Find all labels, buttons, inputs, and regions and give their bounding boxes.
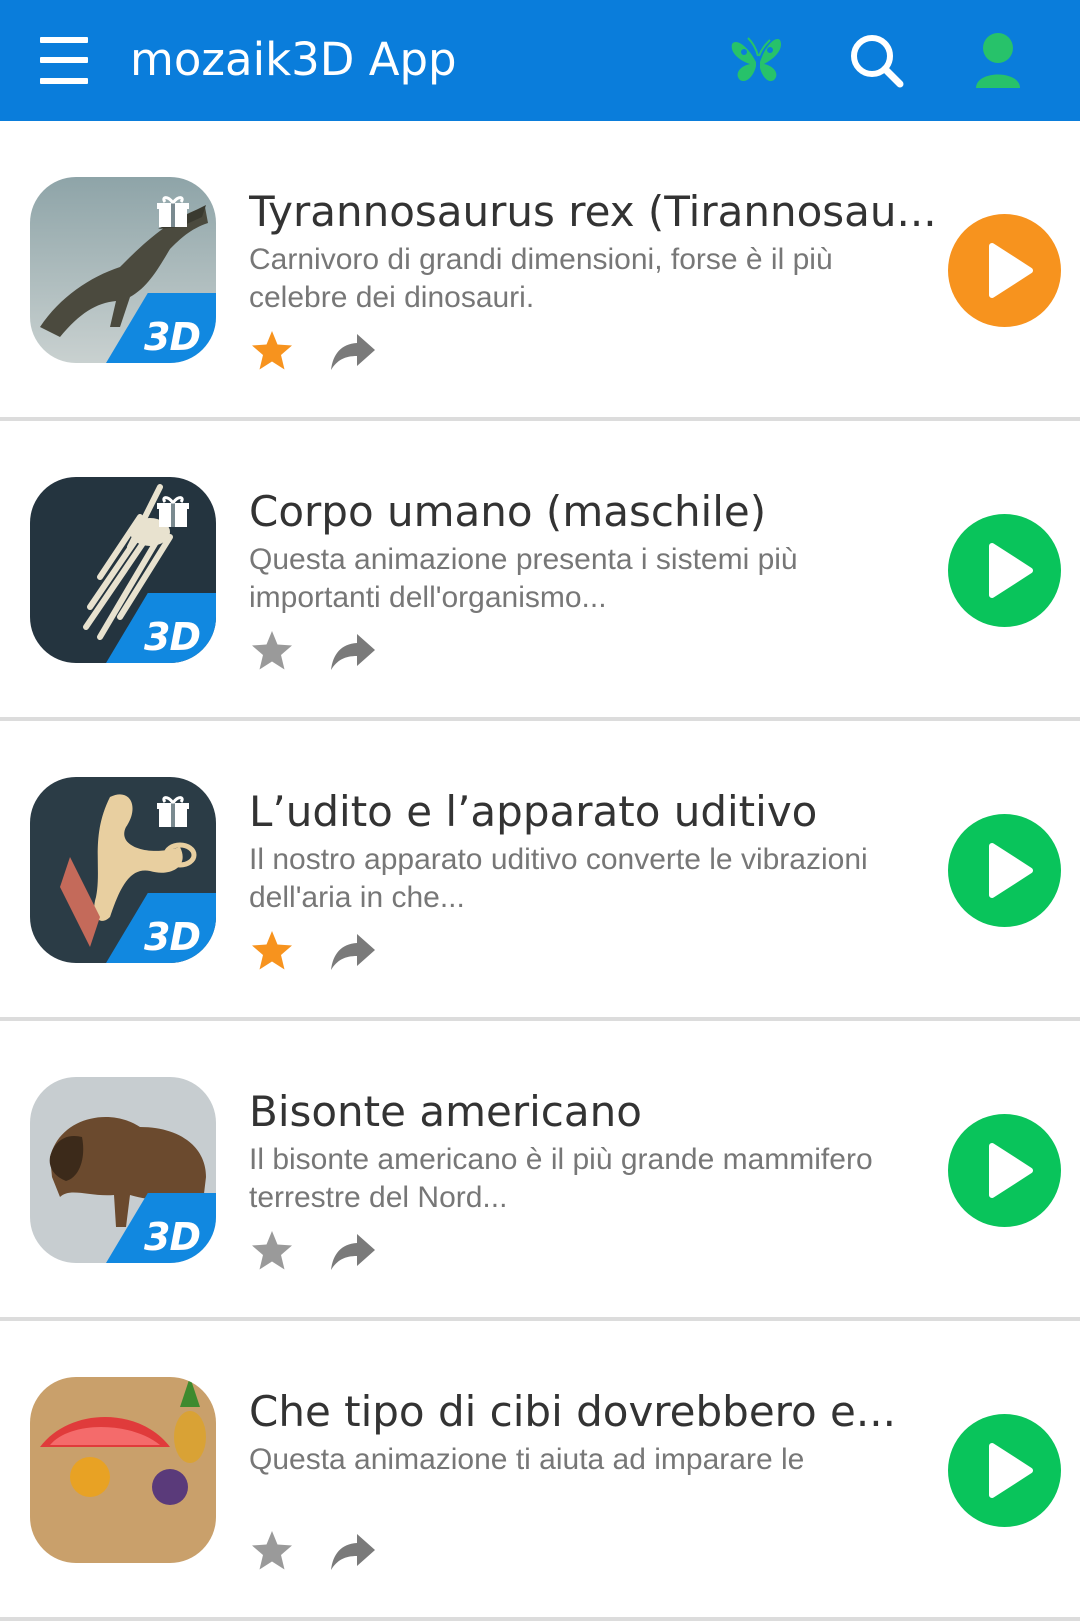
badge-3d-label: 3D <box>144 615 201 659</box>
item-title: Tyrannosaurus rex (Tirannosau... <box>249 187 937 236</box>
item-description: Questa animazione presenta i sistemi più… <box>249 543 798 614</box>
list-item[interactable]: 3D Bisonte americano Il bisonte americano … <box>0 1021 1080 1321</box>
share-icon[interactable] <box>329 928 379 974</box>
item-thumbnail[interactable] <box>30 1377 216 1563</box>
badge-3d-label: 3D <box>144 1215 201 1259</box>
item-description: Carnivoro di grandi dimensioni, forse è … <box>249 243 833 314</box>
favorite-star-icon[interactable] <box>249 328 295 374</box>
play-icon <box>989 843 1033 898</box>
badge-3d-label: 3D <box>144 915 201 959</box>
list-item[interactable]: 3D Tyrannosaurus rex (Tirannosau... Carniv… <box>0 121 1080 421</box>
item-title: L’udito e l’apparato uditivo <box>249 787 818 836</box>
item-description: Il bisonte americano è il più grande mam… <box>249 1143 873 1214</box>
item-thumbnail[interactable]: 3D <box>30 777 216 963</box>
item-thumbnail[interactable]: 3D <box>30 477 216 663</box>
play-button[interactable] <box>948 514 1061 627</box>
item-title: Che tipo di cibi dovrebbero e... <box>249 1387 896 1436</box>
play-icon <box>989 1143 1033 1198</box>
play-button[interactable] <box>948 814 1061 927</box>
item-description: Il nostro apparato uditivo converte le v… <box>249 843 868 914</box>
favorite-star-icon[interactable] <box>249 1528 295 1574</box>
gift-icon <box>156 195 190 229</box>
play-icon <box>989 243 1033 298</box>
item-title: Corpo umano (maschile) <box>249 487 767 536</box>
badge-3d-label: 3D <box>144 315 201 359</box>
share-icon[interactable] <box>329 1228 379 1274</box>
hamburger-menu-icon[interactable] <box>40 37 90 87</box>
item-title: Bisonte americano <box>249 1087 642 1136</box>
top-app-bar: mozaik3D App <box>0 0 1080 121</box>
row-divider <box>0 1617 1080 1621</box>
play-button[interactable] <box>948 1114 1061 1227</box>
search-icon[interactable] <box>842 26 912 96</box>
item-thumbnail[interactable]: 3D <box>30 177 216 363</box>
list-item[interactable]: 3D L’udito e l’apparato uditivo Il nostro … <box>0 721 1080 1021</box>
user-icon[interactable] <box>962 26 1032 96</box>
favorite-star-icon[interactable] <box>249 628 295 674</box>
play-icon <box>989 543 1033 598</box>
gift-icon <box>156 495 190 529</box>
butterfly-icon[interactable] <box>722 26 792 96</box>
play-button[interactable] <box>948 1414 1061 1527</box>
favorite-star-icon[interactable] <box>249 1228 295 1274</box>
item-thumbnail[interactable]: 3D <box>30 1077 216 1263</box>
list-item[interactable]: Che tipo di cibi dovrebbero e... Questa a… <box>0 1321 1080 1621</box>
favorite-star-icon[interactable] <box>249 928 295 974</box>
share-icon[interactable] <box>329 628 379 674</box>
share-icon[interactable] <box>329 1528 379 1574</box>
list-item[interactable]: 3D Corpo umano (maschile) Questa animazion… <box>0 421 1080 721</box>
play-icon <box>989 1443 1033 1498</box>
play-button[interactable] <box>948 214 1061 327</box>
item-description: Questa animazione ti aiuta ad imparare l… <box>249 1443 805 1476</box>
gift-icon <box>156 795 190 829</box>
app-title: mozaik3D App <box>130 33 457 86</box>
share-icon[interactable] <box>329 328 379 374</box>
